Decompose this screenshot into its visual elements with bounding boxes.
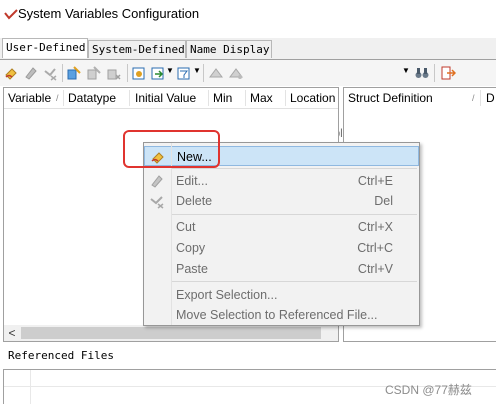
variables-table-header: Variable / Datatype Initial Value Min Ma…	[4, 88, 338, 109]
find-icon[interactable]	[208, 65, 224, 81]
annotation-highlight-box	[123, 130, 220, 168]
binoculars-icon[interactable]	[414, 65, 430, 81]
export-icon[interactable]	[150, 65, 166, 81]
menu-item-label: Edit...	[176, 174, 208, 188]
menu-item-paste[interactable]: Paste Ctrl+V	[144, 259, 419, 279]
column-separator	[245, 90, 246, 106]
exit-icon[interactable]	[440, 65, 456, 81]
column-location[interactable]: Location	[290, 91, 335, 105]
tab-system-defined[interactable]: System-Defined	[88, 40, 186, 58]
menu-separator	[172, 281, 417, 282]
toolbar-separator	[203, 64, 204, 82]
menu-item-copy[interactable]: Copy Ctrl+C	[144, 238, 419, 258]
delete-struct-icon[interactable]	[106, 65, 122, 81]
menu-item-shortcut: Ctrl+V	[357, 262, 393, 276]
edit-struct-icon[interactable]	[86, 65, 102, 81]
column-separator	[285, 90, 286, 106]
menu-item-label: Delete	[176, 194, 213, 208]
menu-item-shortcut: Ctrl+X	[357, 220, 393, 234]
new-struct-icon[interactable]	[66, 65, 82, 81]
column-separator	[129, 90, 130, 106]
column-max[interactable]: Max	[250, 91, 273, 105]
import-icon[interactable]	[131, 65, 147, 81]
column-separator	[480, 90, 481, 106]
menu-item-edit[interactable]: Edit... Ctrl+E	[144, 171, 419, 191]
watermark: CSDN @77赫兹	[385, 383, 472, 397]
column-separator	[63, 90, 64, 106]
tab-strip: User-Defined System-Defined Name Display	[0, 38, 496, 60]
column-struct-definition[interactable]: Struct Definition	[348, 91, 433, 105]
tab-user-defined[interactable]: User-Defined	[2, 38, 88, 58]
column-initial-value[interactable]: Initial Value	[135, 91, 196, 105]
menu-item-label: Paste	[176, 262, 208, 276]
menu-item-label: Move Selection to Referenced File...	[176, 308, 378, 322]
find-next-icon[interactable]	[228, 65, 244, 81]
menu-item-shortcut: Del	[374, 194, 393, 208]
toolbar-separator	[62, 64, 63, 82]
new-variable-icon[interactable]	[4, 65, 20, 81]
sort-indicator: /	[56, 93, 59, 103]
toolbar-separator	[434, 64, 435, 82]
search-dropdown-arrow-icon[interactable]: ▼	[402, 66, 410, 75]
menu-item-export-selection[interactable]: Export Selection...	[144, 285, 419, 305]
menu-item-label: Export Selection...	[176, 288, 278, 302]
delete-variable-icon[interactable]	[42, 65, 58, 81]
menu-item-shortcut: Ctrl+E	[357, 174, 393, 188]
struct-table-header: Struct Definition / D	[344, 88, 496, 108]
column-d[interactable]: D	[486, 91, 495, 105]
filter-dropdown-arrow-icon[interactable]: ▼	[193, 66, 201, 75]
menu-item-cut[interactable]: Cut Ctrl+X	[144, 217, 419, 237]
menu-item-delete[interactable]: Delete Del	[144, 191, 419, 211]
edit-variable-icon[interactable]	[23, 65, 39, 81]
column-datatype[interactable]: Datatype	[68, 91, 116, 105]
menu-item-label: Copy	[176, 241, 206, 255]
context-menu: New... Edit... Ctrl+E Delete Del Cut Ctr…	[143, 142, 420, 326]
filter-icon[interactable]	[176, 65, 192, 81]
export-dropdown-arrow-icon[interactable]: ▼	[166, 66, 174, 75]
window-title: System Variables Configuration	[18, 6, 200, 21]
scrollbar-thumb[interactable]	[21, 327, 321, 339]
toolbar-separator	[127, 64, 128, 82]
tab-name-display[interactable]: Name Display	[186, 40, 272, 58]
app-check-icon	[4, 9, 18, 20]
grid-line	[30, 370, 31, 404]
sort-indicator: /	[472, 93, 475, 103]
delete-variable-icon	[150, 196, 164, 209]
menu-separator	[172, 214, 417, 215]
menu-separator	[172, 168, 417, 169]
menu-item-move-selection[interactable]: Move Selection to Referenced File...	[144, 305, 419, 325]
menu-item-shortcut: Ctrl+C	[357, 241, 393, 255]
column-variable[interactable]: Variable	[8, 91, 51, 105]
toolbar: ▼ ▼ ▼	[0, 60, 496, 143]
menu-icon-gutter	[171, 143, 172, 325]
column-min[interactable]: Min	[213, 91, 232, 105]
column-separator	[208, 90, 209, 106]
scroll-left-icon[interactable]: <	[4, 325, 20, 341]
menu-item-label: Cut	[176, 220, 196, 234]
referenced-files-title: Referenced Files	[8, 349, 114, 362]
edit-variable-icon	[151, 175, 163, 188]
